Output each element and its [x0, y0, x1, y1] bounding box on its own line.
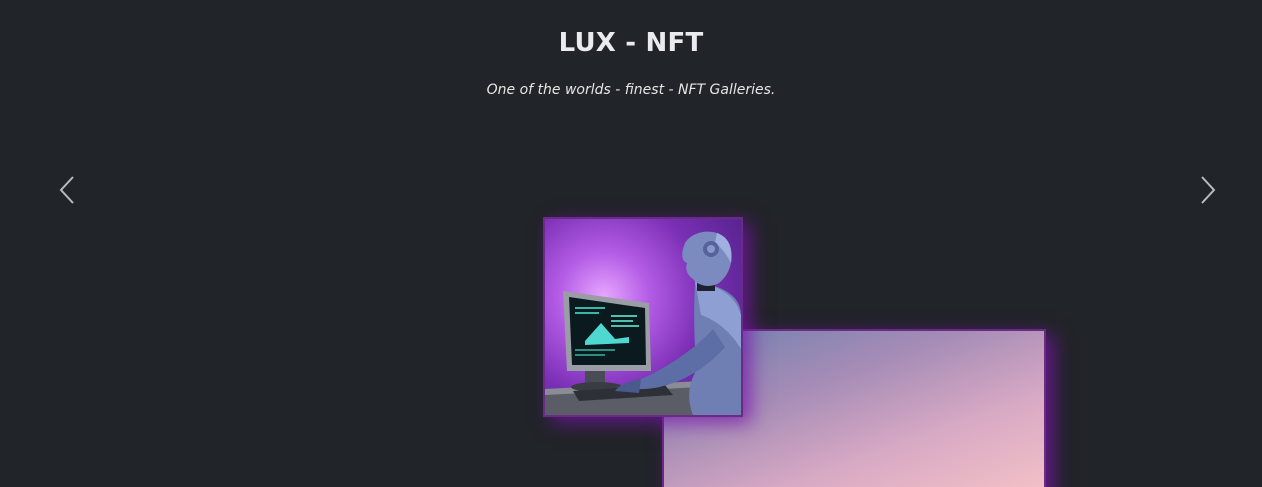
page-subtitle: One of the worlds - finest - NFT Galleri… — [486, 82, 776, 98]
hero-header: LUX - NFT One of the worlds - finest - N… — [0, 24, 1262, 100]
chevron-left-icon — [59, 176, 74, 204]
page-title: LUX - NFT — [558, 28, 704, 58]
gallery-page: LUX - NFT One of the worlds - finest - N… — [0, 0, 1262, 487]
robot-at-computer-artwork — [545, 231, 741, 415]
carousel-next-button[interactable] — [1193, 174, 1223, 206]
chevron-right-icon — [1201, 176, 1216, 204]
carousel-prev-button[interactable] — [52, 174, 82, 206]
nft-card-robot[interactable] — [543, 217, 743, 417]
